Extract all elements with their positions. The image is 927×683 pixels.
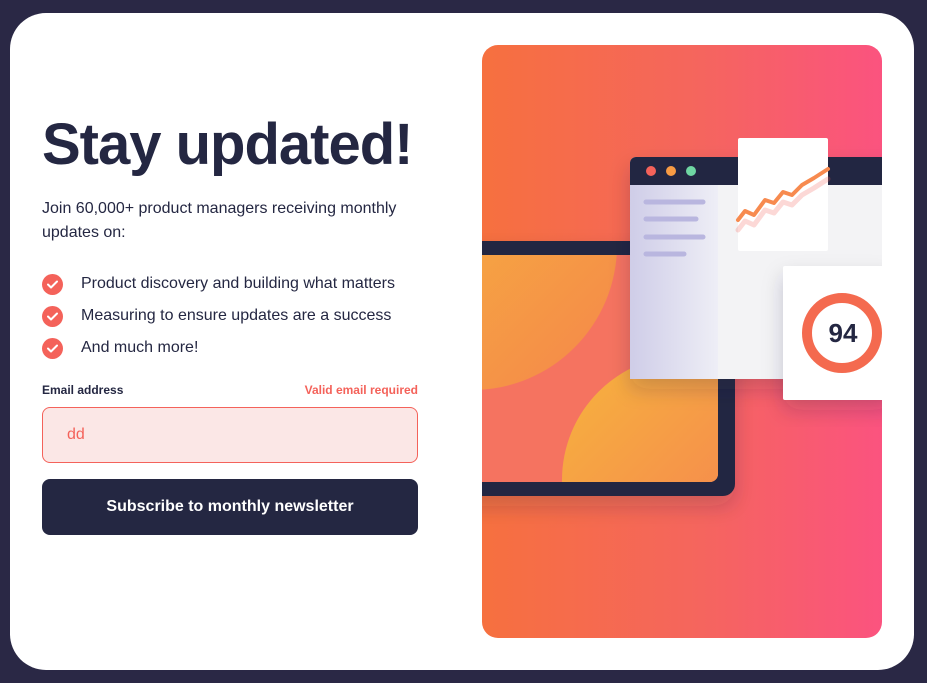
score-card: 94: [783, 266, 882, 400]
email-error-message: Valid email required: [304, 383, 418, 397]
chart-card: [735, 138, 831, 251]
feature-list: Product discovery and building what matt…: [42, 268, 395, 364]
dashboard-illustration: 94: [482, 138, 882, 496]
window-dot-icon: [666, 166, 676, 176]
page-title: Stay updated!: [42, 112, 413, 177]
window-dot-icon: [686, 166, 696, 176]
check-icon: [42, 273, 63, 295]
hero-illustration: 94: [482, 45, 882, 638]
check-icon: [42, 305, 63, 327]
email-field[interactable]: [42, 407, 418, 463]
subscribe-button[interactable]: Subscribe to monthly newsletter: [42, 479, 418, 535]
email-label: Email address: [42, 383, 124, 397]
list-item: And much more!: [42, 332, 395, 364]
check-icon: [42, 337, 63, 359]
intro-text: Join 60,000+ product managers receiving …: [42, 200, 397, 241]
feature-label: And much more!: [81, 339, 199, 356]
window-dot-icon: [646, 166, 656, 176]
email-field-header: Email address Valid email required: [42, 383, 418, 397]
feature-label: Measuring to ensure updates are a succes…: [81, 307, 392, 324]
list-item: Product discovery and building what matt…: [42, 268, 395, 300]
feature-label: Product discovery and building what matt…: [81, 275, 395, 292]
list-item: Measuring to ensure updates are a succes…: [42, 300, 395, 332]
newsletter-card: Stay updated! Join 60,000+ product manag…: [10, 13, 914, 670]
decor-blob: [562, 355, 718, 482]
score-value: 94: [829, 318, 858, 348]
